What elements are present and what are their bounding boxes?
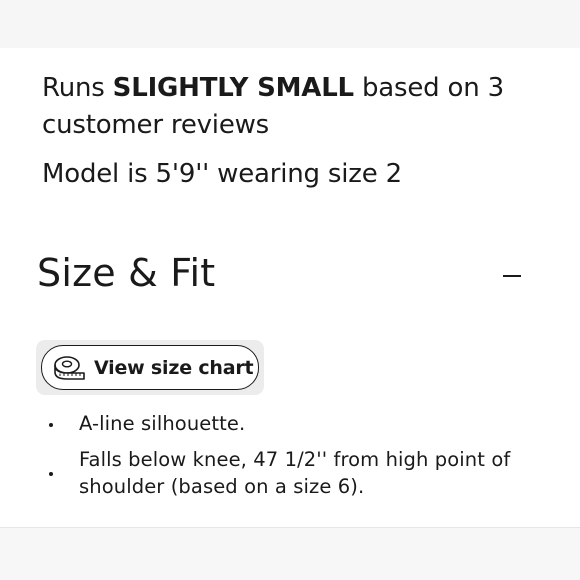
view-size-chart-label: View size chart (94, 356, 254, 379)
footer-divider-band (0, 527, 580, 580)
header-divider-band (0, 0, 580, 48)
minus-icon (503, 275, 521, 277)
product-details-list: A-line silhouette. Falls below knee, 47 … (44, 410, 544, 500)
list-item: A-line silhouette. (44, 410, 544, 437)
measuring-tape-icon (54, 355, 85, 380)
size-chart-pill[interactable]: View size chart (41, 345, 259, 390)
product-details-panel: Runs SLIGHTLY SMALL based on 3 customer … (0, 0, 580, 580)
bullet-icon (49, 423, 53, 427)
fit-summary-prefix: Runs (42, 73, 113, 103)
model-info: Model is 5'9'' wearing size 2 (42, 159, 402, 189)
view-size-chart-button[interactable]: View size chart (36, 340, 264, 395)
section-title-size-fit: Size & Fit (37, 251, 216, 295)
fit-verdict: SLIGHTLY SMALL (112, 73, 354, 103)
detail-text: A-line silhouette. (79, 412, 246, 435)
list-item: Falls below knee, 47 1/2'' from high poi… (44, 446, 544, 500)
fit-summary: Runs SLIGHTLY SMALL based on 3 customer … (42, 70, 552, 144)
detail-text: Falls below knee, 47 1/2'' from high poi… (79, 448, 511, 498)
bullet-icon (49, 472, 53, 476)
collapse-section-button[interactable] (498, 262, 526, 290)
